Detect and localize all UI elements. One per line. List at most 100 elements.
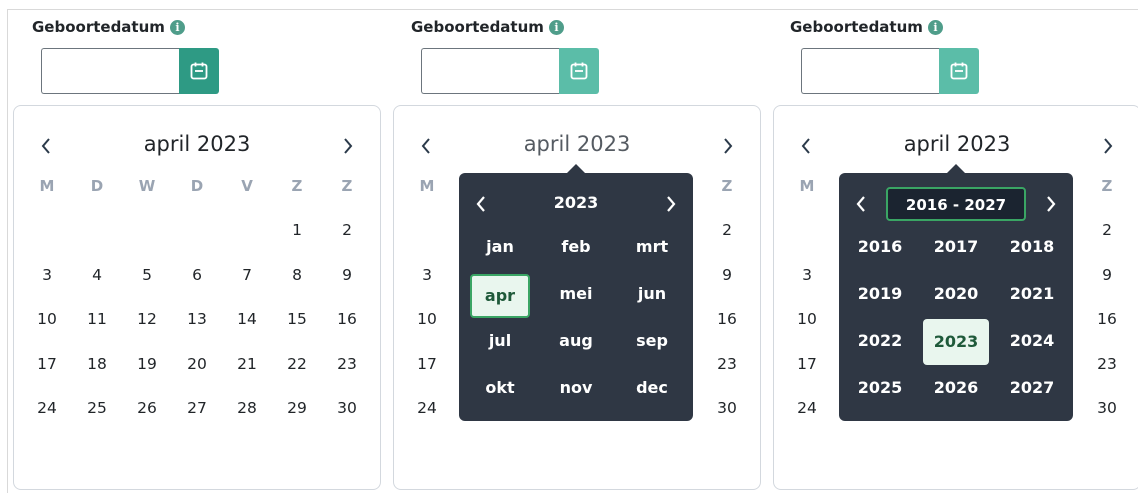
month-option[interactable]: jul: [462, 323, 538, 370]
month-option[interactable]: nov: [538, 370, 614, 417]
day-cell[interactable]: 23: [702, 354, 752, 399]
day-cell[interactable]: 26: [122, 398, 172, 443]
next-month-button[interactable]: [714, 130, 742, 162]
day-cell[interactable]: 3: [22, 265, 72, 310]
month-year-title[interactable]: april 2023: [394, 132, 760, 156]
day-cell[interactable]: 11: [72, 309, 122, 354]
day-cell[interactable]: 9: [1082, 265, 1132, 310]
day-cell[interactable]: 14: [222, 309, 272, 354]
year-option[interactable]: 2021: [994, 276, 1070, 323]
year-option[interactable]: 2020: [918, 276, 994, 323]
year-option[interactable]: 2026: [918, 370, 994, 417]
month-option[interactable]: jan: [462, 229, 538, 276]
day-cell[interactable]: 5: [122, 265, 172, 310]
day-cell[interactable]: 28: [222, 398, 272, 443]
date-input[interactable]: [41, 48, 179, 94]
next-month-button[interactable]: [1094, 130, 1122, 162]
day-cell[interactable]: 2: [322, 220, 372, 265]
date-input[interactable]: [801, 48, 939, 94]
month-option[interactable]: okt: [462, 370, 538, 417]
year-option-label: 2019: [857, 284, 903, 303]
previous-decade-button[interactable]: [848, 189, 874, 219]
year-option[interactable]: 2018: [994, 229, 1070, 276]
day-cell[interactable]: 8: [272, 265, 322, 310]
chevron-right-icon: [667, 196, 676, 212]
day-cell[interactable]: 16: [322, 309, 372, 354]
info-icon[interactable]: i: [548, 19, 564, 35]
date-input[interactable]: [421, 48, 559, 94]
year-option[interactable]: 2025: [842, 370, 918, 417]
next-year-button[interactable]: [658, 189, 684, 219]
year-picker-header: 2016 - 2027: [839, 187, 1073, 221]
day-cell[interactable]: 6: [172, 265, 222, 310]
day-cell[interactable]: 23: [1082, 354, 1132, 399]
month-option[interactable]: mei: [538, 276, 614, 323]
day-cell[interactable]: 10: [782, 309, 832, 354]
day-cell[interactable]: 30: [1082, 398, 1132, 443]
year-option[interactable]: 2016: [842, 229, 918, 276]
year-range-title[interactable]: 2016 - 2027: [886, 187, 1026, 221]
day-cell[interactable]: 2: [1082, 220, 1132, 265]
month-year-title[interactable]: april 2023: [14, 132, 380, 156]
day-cell[interactable]: 9: [702, 265, 752, 310]
month-option[interactable]: sep: [614, 323, 690, 370]
day-cell[interactable]: 24: [22, 398, 72, 443]
day-cell[interactable]: 30: [322, 398, 372, 443]
year-option[interactable]: 2027: [994, 370, 1070, 417]
day-cell[interactable]: 4: [72, 265, 122, 310]
day-cell[interactable]: 13: [172, 309, 222, 354]
day-cell[interactable]: 10: [22, 309, 72, 354]
day-cell[interactable]: 19: [122, 354, 172, 399]
day-cell[interactable]: 12: [122, 309, 172, 354]
info-icon[interactable]: i: [169, 19, 185, 35]
weekday-label: V: [241, 177, 253, 195]
weekday-label: M: [419, 177, 435, 195]
day-cell[interactable]: 27: [172, 398, 222, 443]
day-cell[interactable]: 3: [782, 265, 832, 310]
next-decade-button[interactable]: [1038, 189, 1064, 219]
month-option[interactable]: dec: [614, 370, 690, 417]
month-option[interactable]: apr: [462, 274, 538, 323]
year-option-label: 2025: [857, 378, 903, 397]
year-option[interactable]: 2023: [918, 319, 994, 370]
day-cell[interactable]: 25: [72, 398, 122, 443]
month-option[interactable]: jun: [614, 276, 690, 323]
day-cell[interactable]: 17: [402, 354, 452, 399]
calendar-button[interactable]: [559, 48, 599, 94]
day-cell[interactable]: 24: [782, 398, 832, 443]
year-option-label: 2024: [1009, 331, 1055, 350]
day-cell[interactable]: 1: [272, 220, 322, 265]
year-option[interactable]: 2019: [842, 276, 918, 323]
day-cell[interactable]: 29: [272, 398, 322, 443]
day-cell[interactable]: 23: [322, 354, 372, 399]
day-cell[interactable]: 10: [402, 309, 452, 354]
year-option[interactable]: 2017: [918, 229, 994, 276]
empty-day-cell: [22, 220, 72, 265]
day-cell[interactable]: 24: [402, 398, 452, 443]
day-cell[interactable]: 15: [272, 309, 322, 354]
day-cell[interactable]: 17: [782, 354, 832, 399]
month-year-title[interactable]: april 2023: [774, 132, 1138, 156]
day-cell[interactable]: 7: [222, 265, 272, 310]
day-cell[interactable]: 3: [402, 265, 452, 310]
day-cell[interactable]: 17: [22, 354, 72, 399]
year-option[interactable]: 2022: [842, 323, 918, 370]
day-cell[interactable]: 21: [222, 354, 272, 399]
day-cell[interactable]: 18: [72, 354, 122, 399]
calendar-button[interactable]: [939, 48, 979, 94]
day-cell[interactable]: 16: [702, 309, 752, 354]
calendar-button[interactable]: [179, 48, 219, 94]
month-option[interactable]: aug: [538, 323, 614, 370]
day-cell[interactable]: 30: [702, 398, 752, 443]
day-cell[interactable]: 16: [1082, 309, 1132, 354]
year-option[interactable]: 2024: [994, 323, 1070, 370]
days-grid: 1234567891011121314151617181920212223242…: [22, 220, 372, 443]
info-icon[interactable]: i: [927, 19, 943, 35]
next-month-button[interactable]: [334, 130, 362, 162]
month-option[interactable]: mrt: [614, 229, 690, 276]
day-cell[interactable]: 2: [702, 220, 752, 265]
day-cell[interactable]: 9: [322, 265, 372, 310]
day-cell[interactable]: 22: [272, 354, 322, 399]
day-cell[interactable]: 20: [172, 354, 222, 399]
month-option[interactable]: feb: [538, 229, 614, 276]
